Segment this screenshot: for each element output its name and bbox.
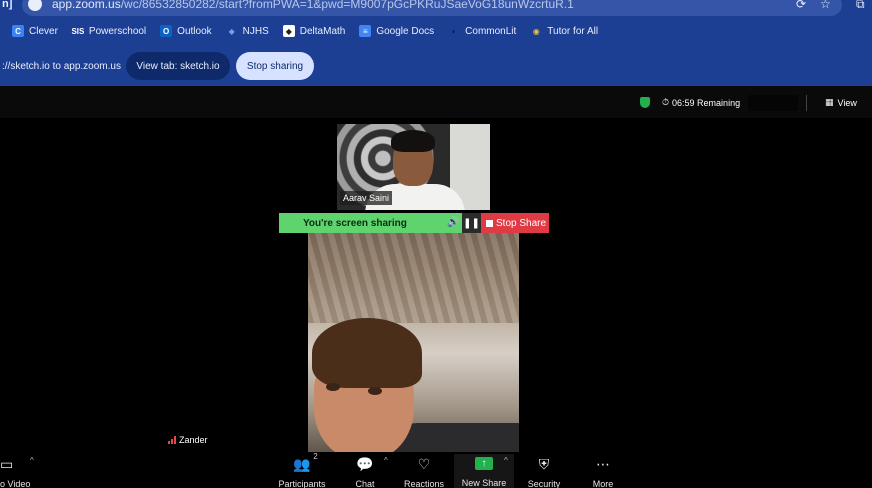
chat-button[interactable]: 💬 Chat (352, 454, 378, 488)
top-bar-divider (806, 95, 807, 111)
timer-icon: ⏱ (662, 97, 670, 107)
video-camera-icon: ▭ (0, 455, 14, 472)
bookmark-label: Tutor for All (547, 25, 599, 37)
participants-glyph: 👥 (293, 455, 311, 472)
timer-text: 06:59 Remaining (672, 97, 741, 108)
bookmark-icon: ◆ (282, 25, 295, 37)
pause-share-button[interactable]: ❚❚ (462, 213, 481, 233)
participants-label: Participants (278, 479, 326, 488)
bookmark-icon: O (160, 25, 173, 37)
chat-options-caret-icon[interactable]: ^ (384, 456, 388, 465)
stop-sharing-button[interactable]: Stop sharing (236, 52, 314, 80)
bookmark-label: Powerschool (88, 25, 147, 37)
video-options-caret-icon[interactable]: ^ (30, 456, 34, 465)
participant-name-label: Aarav Saini (340, 191, 393, 205)
stop-square-icon (486, 219, 493, 227)
bookmark-star-icon[interactable]: ☆ (820, 0, 831, 11)
participant-video-zander[interactable] (308, 233, 519, 453)
participants-icon: 👥 2 (293, 452, 317, 474)
bookmark-clever[interactable]: C Clever (12, 25, 58, 37)
url-host: app.zoom.us (52, 0, 121, 11)
bookmark-icon: ◐ (448, 25, 461, 37)
bookmark-icon: C (12, 25, 24, 37)
chat-icon: 💬 (356, 455, 374, 472)
view-tab-button[interactable]: View tab: sketch.io (126, 52, 230, 80)
meeting-top-bar: ⏱ 06:59 Remaining ▦ View (0, 86, 872, 118)
chat-label: Chat (355, 479, 375, 488)
bookmark-label: CommonLit (465, 25, 517, 37)
url-path: /wc/86532850282/start?fromPWA=1&pwd=M900… (120, 0, 574, 11)
zoom-meeting-area: ⏱ 06:59 Remaining ▦ View Aarav Saini You… (0, 86, 872, 488)
bookmark-label: DeltaMath (299, 25, 346, 37)
meeting-toolbar: ▭ o Video ^ 👥 2 Participants 💬 Chat ^ ♡ … (0, 452, 872, 488)
participants-button[interactable]: 👥 2 Participants (276, 452, 328, 488)
signal-bars-icon (168, 436, 176, 444)
bookmark-icon: ◆ (225, 25, 238, 37)
reactions-icon: ♡ (417, 455, 431, 472)
video-label: o Video (0, 479, 31, 488)
bookmark-label: NJHS (242, 25, 269, 37)
profile-icon[interactable]: ⧉ (856, 0, 865, 12)
bookmark-label: Google Docs (376, 25, 435, 37)
tab-sharing-banner: ://sketch.io to app.zoom.us View tab: sk… (0, 44, 872, 86)
participant-video-aarav[interactable]: Aarav Saini (337, 124, 490, 210)
security-shield-icon: ⛨ (538, 455, 550, 472)
security-button[interactable]: ⛨ Security (524, 454, 564, 488)
more-icon: ⋯ (596, 455, 610, 472)
bookmark-label: Clever (29, 25, 58, 37)
stop-share-button[interactable]: Stop Share (481, 213, 549, 233)
video-figure-eye (326, 383, 340, 391)
bookmark-njhs[interactable]: ◆ NJHS (225, 25, 269, 37)
share-arrow-icon: ↑ (475, 457, 493, 470)
video-figure-hair (391, 130, 435, 152)
bookmarks-bar: C Clever SIS Powerschool O Outlook ◆ NJHS ◆ Delta… (0, 18, 872, 44)
encryption-shield-icon[interactable] (640, 97, 650, 108)
reactions-button[interactable]: ♡ Reactions (402, 454, 446, 488)
participants-count: 2 (313, 452, 318, 461)
url-text[interactable]: app.zoom.us/wc/86532850282/start?fromPWA… (52, 0, 574, 11)
extension-icon[interactable]: ⟳ (796, 0, 806, 11)
bookmark-icon: SIS (71, 25, 85, 37)
reactions-label: Reactions (403, 479, 445, 488)
bookmark-google-docs[interactable]: ≡ Google Docs (359, 25, 434, 37)
timer-blank-area (748, 95, 798, 111)
more-label: More (592, 479, 614, 488)
share-options-caret-icon[interactable]: ^ (504, 456, 508, 465)
new-share-label: New Share (461, 478, 507, 488)
bookmark-icon: ◉ (530, 25, 543, 37)
bookmark-outlook[interactable]: O Outlook (160, 25, 212, 37)
bookmark-commonlit[interactable]: ◐ CommonLit (448, 25, 516, 37)
security-label: Security (527, 479, 561, 488)
bookmark-label: Outlook (177, 25, 212, 37)
view-button[interactable]: ▦ View (825, 97, 857, 108)
sharing-message: ://sketch.io to app.zoom.us (2, 61, 121, 72)
participant-name-label-zander: Zander (168, 435, 208, 445)
participant-name: Zander (179, 435, 208, 445)
video-background (308, 233, 519, 323)
browser-address-bar: n] app.zoom.us/wc/86532850282/start?from… (0, 0, 872, 18)
tab-fragment: n] (2, 0, 13, 10)
view-label: View (837, 97, 857, 108)
more-button[interactable]: ⋯ More (588, 454, 618, 488)
new-share-icon: ↑ (475, 454, 493, 473)
bookmark-deltamath[interactable]: ◆ DeltaMath (282, 25, 346, 37)
bookmark-powerschool[interactable]: SIS Powerschool (71, 25, 147, 37)
video-figure-hair (312, 318, 422, 388)
start-video-button[interactable]: ▭ o Video (0, 454, 30, 488)
screen-sharing-status[interactable]: You're screen sharing (279, 213, 462, 233)
video-figure-eye (368, 387, 382, 395)
view-grid-icon: ▦ (825, 97, 834, 107)
bookmark-icon: ≡ (359, 25, 372, 37)
speaker-icon[interactable]: 🔊 (447, 217, 459, 228)
stop-share-label: Stop Share (496, 217, 547, 229)
meeting-timer: ⏱ 06:59 Remaining (662, 97, 740, 108)
bookmark-tutor-for-all[interactable]: ◉ Tutor for All (530, 25, 598, 37)
